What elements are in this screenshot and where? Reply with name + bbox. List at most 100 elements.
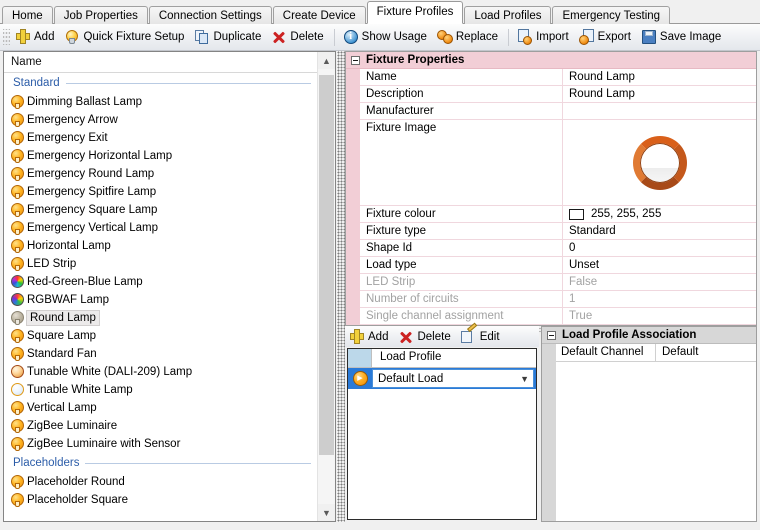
property-value[interactable]: Round Lamp [563,69,756,85]
property-value[interactable]: Unset [563,257,756,273]
property-row[interactable]: Load typeUnset [360,257,756,274]
property-value[interactable]: True [563,308,756,324]
toolbar-replace-button[interactable]: Replace [433,25,504,49]
tab-strip: HomeJob PropertiesConnection SettingsCre… [0,0,760,24]
property-row[interactable]: DescriptionRound Lamp [360,86,756,103]
toolbar-add-button[interactable]: Add [11,25,60,49]
tab-load-profiles[interactable]: Load Profiles [464,6,551,24]
list-item[interactable]: ZigBee Luminaire [4,417,317,435]
fixture-image-preview[interactable] [633,136,687,190]
list-item-label: Vertical Lamp [27,402,97,414]
list-item[interactable]: Emergency Exit [4,129,317,147]
property-row[interactable]: Shape Id0 [360,240,756,257]
lamp-icon [10,475,25,490]
property-value[interactable]: Standard [563,223,756,239]
tunable-white-icon [10,365,25,380]
replace-icon [437,29,453,45]
list-item[interactable]: Placeholder Round [4,473,317,491]
fixture-list-scrollbar[interactable]: ▲ ▼ [317,52,335,521]
property-row[interactable]: NameRound Lamp [360,69,756,86]
scrollbar-thumb[interactable] [319,75,334,455]
toolbar-save-image-button[interactable]: Save Image [637,25,727,49]
chevron-down-icon[interactable]: ▼ [520,374,529,384]
list-item[interactable]: Tunable White Lamp [4,381,317,399]
list-item[interactable]: Emergency Vertical Lamp [4,219,317,237]
load-profile-combobox[interactable]: Default Load ▼ [372,369,534,388]
list-item[interactable]: Standard Fan [4,345,317,363]
toolbar-replace-label: Replace [456,31,498,43]
list-item[interactable]: Vertical Lamp [4,399,317,417]
toolbar-separator-1 [334,29,335,46]
property-value[interactable] [563,103,756,119]
lamp-icon [10,347,25,362]
list-item[interactable]: Emergency Spitfire Lamp [4,183,317,201]
scroll-up-arrow-icon[interactable]: ▲ [318,52,335,69]
property-value[interactable]: Round Lamp [563,86,756,102]
property-row[interactable]: Fixture typeStandard [360,223,756,240]
load-profile-edit-button[interactable]: Edit [457,325,506,349]
toolbar-show-usage-button[interactable]: Show Usage [339,25,433,49]
list-item[interactable]: ZigBee Luminaire with Sensor [4,435,317,453]
load-profile-delete-button[interactable]: Delete [394,325,456,349]
toolbar-duplicate-button[interactable]: Duplicate [190,25,267,49]
tab-create-device[interactable]: Create Device [273,6,366,24]
tab-job-properties[interactable]: Job Properties [54,6,148,24]
property-key: Manufacturer [360,103,563,119]
property-row[interactable]: Number of circuits1 [360,291,756,308]
list-item[interactable]: RGBWAF Lamp [4,291,317,309]
list-item[interactable]: Square Lamp [4,327,317,345]
collapse-icon[interactable] [547,331,556,340]
tab-home[interactable]: Home [2,6,53,24]
load-profile-combobox-value: Default Load [378,373,443,385]
fixture-list[interactable]: StandardDimming Ballast LampEmergency Ar… [4,73,317,521]
vertical-splitter[interactable] [337,51,345,522]
edit-icon [461,329,477,345]
tab-fixture-profiles[interactable]: Fixture Profiles [367,1,464,24]
toolbar-grip[interactable] [3,29,10,45]
table-row[interactable]: Default Load ▼ [348,368,536,389]
property-row[interactable]: Single channel assignmentTrue [360,308,756,325]
list-item-label: Emergency Horizontal Lamp [27,150,172,162]
list-item[interactable]: Emergency Horizontal Lamp [4,147,317,165]
association-row[interactable]: Default Channel Default [556,344,756,362]
list-item[interactable]: Emergency Arrow [4,111,317,129]
list-item[interactable]: Tunable White (DALI-209) Lamp [4,363,317,381]
property-row[interactable]: LED StripFalse [360,274,756,291]
scroll-down-arrow-icon[interactable]: ▼ [318,504,335,521]
list-item[interactable]: Horizontal Lamp [4,237,317,255]
toolbar-export-button[interactable]: Export [575,25,637,49]
lamp-icon [10,437,25,452]
property-row[interactable]: Manufacturer [360,103,756,120]
fixture-properties-header[interactable]: Fixture Properties [346,52,756,69]
tab-emergency-testing[interactable]: Emergency Testing [552,6,670,24]
list-item[interactable]: Emergency Square Lamp [4,201,317,219]
property-value[interactable]: False [563,274,756,290]
list-item[interactable]: Placeholder Square [4,491,317,509]
load-profile-grid[interactable]: Load Profile Default Load ▼ [347,348,537,520]
save-icon [641,29,657,45]
property-row[interactable]: Fixture Image [360,120,756,206]
property-value[interactable]: 255, 255, 255 [563,206,756,222]
list-item[interactable]: Round Lamp [4,309,317,327]
lamp-icon [10,203,25,218]
row-selector-cell[interactable] [348,371,372,386]
toolbar-quick-fixture-setup-button[interactable]: Quick Fixture Setup [60,25,190,49]
load-profile-add-button[interactable]: Add [345,325,394,349]
list-item[interactable]: Emergency Round Lamp [4,165,317,183]
toolbar-delete-button[interactable]: Delete [267,25,329,49]
list-item[interactable]: Dimming Ballast Lamp [4,93,317,111]
load-profile-association-header[interactable]: Load Profile Association [542,327,756,344]
list-item[interactable]: LED Strip [4,255,317,273]
property-value[interactable]: 0 [563,240,756,256]
tab-connection-settings[interactable]: Connection Settings [149,6,272,24]
property-row[interactable]: Fixture colour255, 255, 255 [360,206,756,223]
toolbar-import-button[interactable]: Import [513,25,575,49]
list-item-label: Tunable White Lamp [27,384,133,396]
load-profile-delete-label: Delete [417,331,450,343]
collapse-icon[interactable] [351,56,360,65]
colour-swatch[interactable] [569,209,584,220]
list-item[interactable]: Red-Green-Blue Lamp [4,273,317,291]
property-value[interactable] [563,120,756,205]
property-value[interactable]: 1 [563,291,756,307]
load-profile-association-title: Load Profile Association [562,329,696,341]
